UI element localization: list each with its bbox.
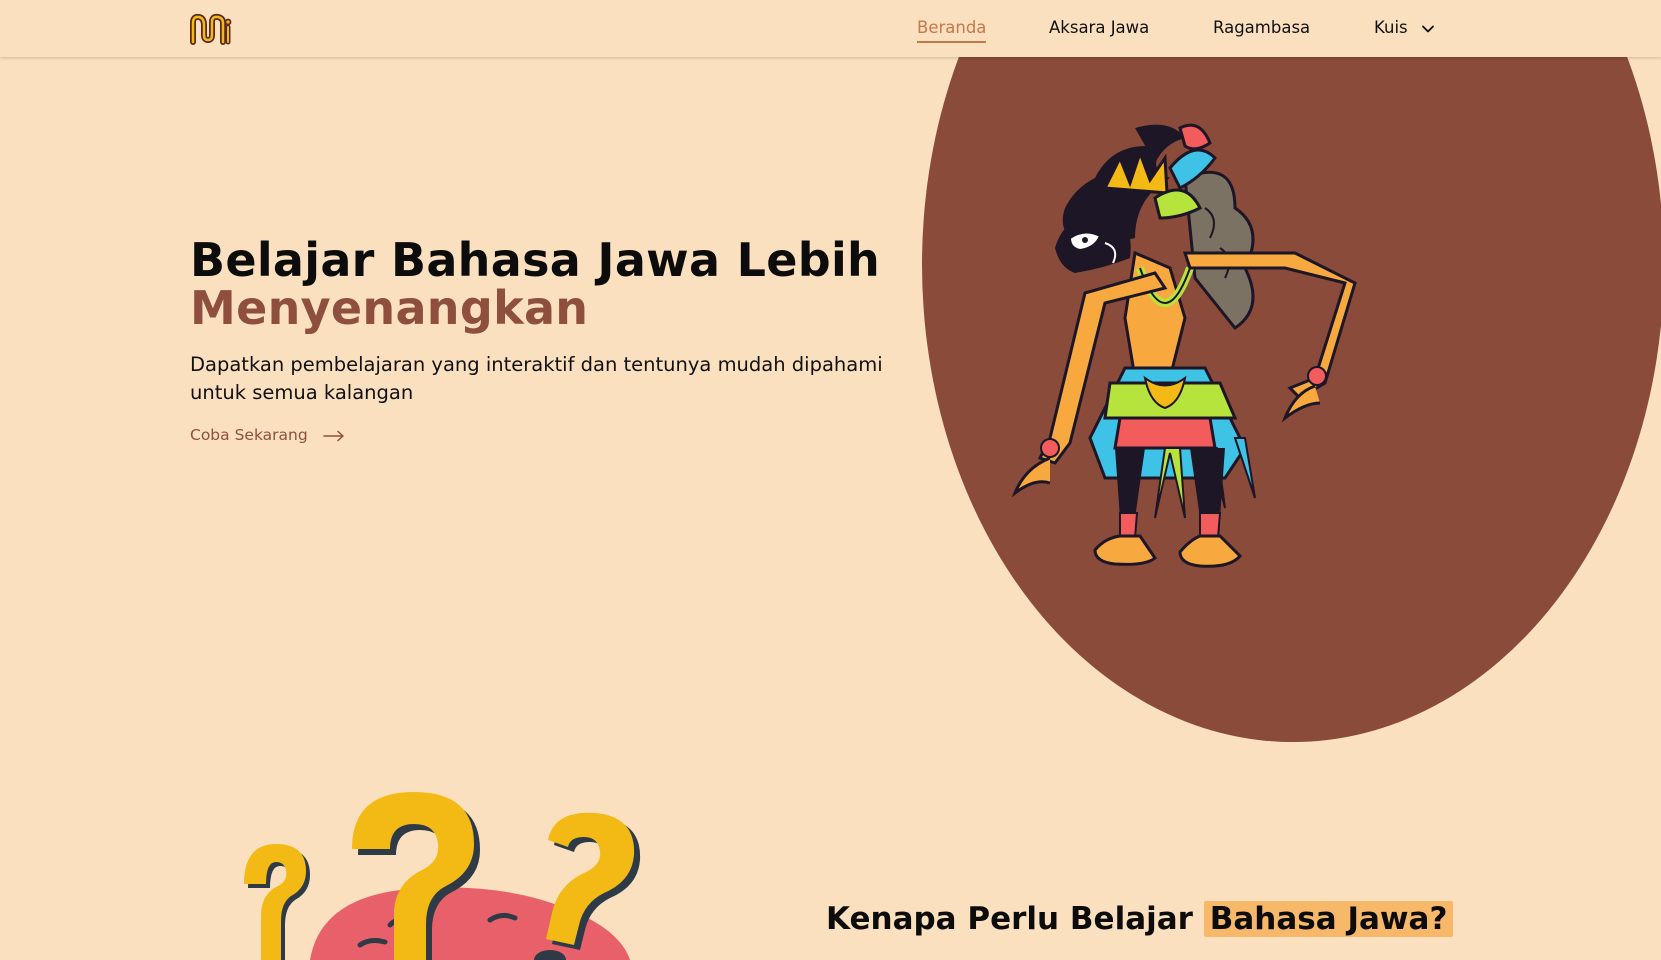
section-title: Kenapa Perlu Belajar Bahasa Jawa?	[826, 898, 1454, 940]
active-underline	[917, 41, 987, 43]
question-marks-illustration	[244, 792, 641, 960]
nav-item-label: Ragambasa	[1213, 18, 1311, 37]
page: Beranda Aksara Jawa Ragambasa Kuis Belaj…	[0, 0, 1661, 960]
section-title-highlight: Bahasa Jawa?	[1203, 901, 1454, 937]
try-now-label: Coba Sekarang	[190, 426, 308, 444]
hero-title-accent: Menyenangkan	[190, 281, 589, 335]
try-now-link[interactable]: Coba Sekarang	[190, 424, 345, 446]
navbar: Beranda Aksara Jawa Ragambasa Kuis	[0, 0, 1661, 57]
hero-subtitle: Dapatkan pembelajaran yang interaktif da…	[190, 353, 883, 404]
app-logo[interactable]	[190, 13, 232, 45]
hero-title-line1: Belajar Bahasa Jawa Lebih	[190, 233, 881, 287]
chevron-down-icon	[1421, 25, 1434, 32]
section-title-prefix: Kenapa Perlu Belajar	[826, 901, 1193, 937]
nav-item-aksara-jawa[interactable]: Aksara Jawa	[1049, 17, 1149, 39]
nav-item-label: Aksara Jawa	[1049, 18, 1150, 37]
nav-item-label: Beranda	[917, 18, 987, 37]
nav-item-kuis[interactable]: Kuis	[1374, 17, 1435, 39]
arrow-right-icon	[322, 430, 344, 441]
nav-item-ragambasa[interactable]: Ragambasa	[1213, 17, 1310, 39]
nav-item-beranda[interactable]: Beranda	[917, 17, 987, 43]
wayang-puppet-illustration	[1011, 123, 1357, 568]
hero-title: Belajar Bahasa Jawa Lebih Menyenangkan	[190, 236, 880, 332]
nav-item-label: Kuis	[1374, 18, 1408, 37]
